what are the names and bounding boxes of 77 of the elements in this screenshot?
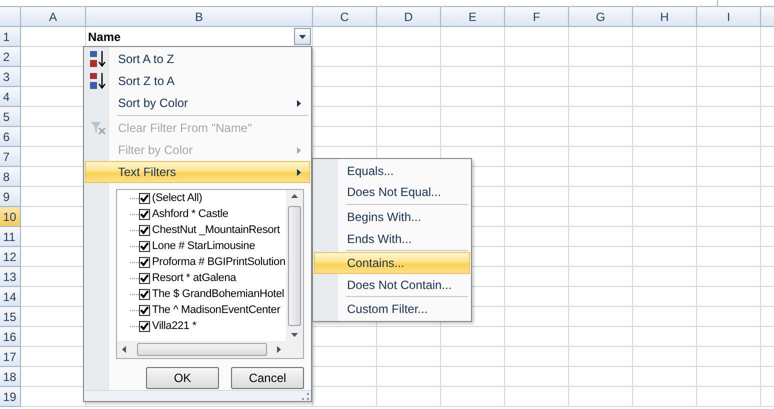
- submenu-arrow-icon: [297, 146, 301, 154]
- row-header[interactable]: 14: [0, 287, 21, 307]
- checkbox[interactable]: [139, 192, 150, 204]
- scroll-left-icon: [122, 346, 126, 353]
- column-header[interactable]: B: [86, 7, 313, 27]
- row-header[interactable]: 1: [0, 27, 21, 47]
- column-header[interactable]: C: [313, 7, 377, 27]
- list-item[interactable]: Resort * atGalena: [152, 272, 236, 284]
- submenu-arrow-icon: [297, 168, 301, 176]
- menu-item[interactable]: Sort A to Z: [85, 48, 310, 70]
- checkbox[interactable]: [139, 208, 150, 220]
- row-header[interactable]: 3: [0, 67, 21, 87]
- row-header[interactable]: 8: [0, 167, 21, 187]
- resize-grip-icon: [302, 392, 309, 400]
- scroll-right-icon: [277, 346, 281, 353]
- column-header[interactable]: I: [697, 7, 761, 27]
- checkbox[interactable]: [139, 224, 150, 236]
- row-header[interactable]: 13: [0, 267, 21, 287]
- list-item[interactable]: Proforma # BGIPrintSolution: [152, 256, 286, 268]
- row-header[interactable]: 17: [0, 347, 21, 367]
- menu-item[interactable]: Text Filters: [85, 161, 310, 183]
- column-header[interactable]: H: [633, 7, 697, 27]
- list-item[interactable]: The $ GrandBohemianHotel: [152, 288, 284, 300]
- column-header[interactable]: A: [21, 7, 86, 27]
- menu-item[interactable]: Sort Z to A: [85, 70, 310, 92]
- horizontal-scrollbar[interactable]: [117, 341, 286, 358]
- sort-descending-icon: [89, 72, 107, 90]
- checkbox[interactable]: [139, 240, 150, 252]
- row-header[interactable]: 16: [0, 327, 21, 347]
- menu-item[interactable]: Equals...: [314, 160, 470, 182]
- dropdown-arrow-icon: [299, 34, 306, 38]
- menu-item[interactable]: Sort by Color: [85, 92, 310, 114]
- scroll-up-icon: [291, 194, 298, 198]
- row-header[interactable]: 18: [0, 367, 21, 387]
- list-item[interactable]: (Select All): [152, 192, 202, 204]
- list-item[interactable]: ChestNut _MountainResort: [152, 224, 280, 236]
- menu-item[interactable]: Contains...: [314, 252, 470, 274]
- table-cell[interactable]: Name: [86, 27, 312, 46]
- row-header[interactable]: 10: [0, 207, 21, 227]
- list-item[interactable]: Villa221 *: [152, 320, 196, 332]
- checkbox[interactable]: [139, 320, 150, 332]
- column-header[interactable]: F: [505, 7, 569, 27]
- sort-ascending-icon: [89, 50, 107, 68]
- row-header[interactable]: 7: [0, 147, 21, 167]
- filter-dropdown-button[interactable]: [294, 28, 311, 45]
- scroll-down-icon: [291, 333, 298, 337]
- menu-item[interactable]: Ends With...: [314, 228, 470, 250]
- checkbox[interactable]: [139, 304, 150, 316]
- clear-filter-icon: [90, 121, 106, 135]
- menu-item[interactable]: Custom Filter...: [314, 298, 470, 320]
- column-header[interactable]: E: [441, 7, 505, 27]
- scroll-thumb[interactable]: [136, 343, 266, 356]
- scroll-thumb[interactable]: [288, 206, 301, 326]
- row-header[interactable]: 9: [0, 187, 21, 207]
- menu-item[interactable]: Does Not Contain...: [314, 274, 470, 296]
- menu-item[interactable]: Does Not Equal...: [314, 182, 470, 204]
- row-header[interactable]: 4: [0, 87, 21, 107]
- list-item[interactable]: Lone # StarLimousine: [152, 240, 256, 252]
- menu-item[interactable]: Begins With...: [314, 206, 470, 228]
- row-header[interactable]: 5: [0, 107, 21, 127]
- list-item[interactable]: The ^ MadisonEventCenter: [152, 304, 280, 316]
- checkbox[interactable]: [139, 272, 150, 284]
- checkbox[interactable]: [139, 256, 150, 268]
- row-header[interactable]: 2: [0, 47, 21, 67]
- vertical-scrollbar[interactable]: [286, 190, 303, 341]
- submenu-arrow-icon: [297, 100, 301, 106]
- row-header[interactable]: 12: [0, 247, 21, 267]
- column-header[interactable]: G: [569, 7, 633, 27]
- row-header[interactable]: 6: [0, 127, 21, 147]
- dialog-button[interactable]: Cancel: [231, 367, 304, 389]
- list-item[interactable]: Ashford * Castle: [152, 208, 228, 220]
- row-header[interactable]: 15: [0, 307, 21, 327]
- row-header[interactable]: 11: [0, 227, 21, 247]
- row-header[interactable]: 19: [0, 387, 21, 407]
- column-header[interactable]: D: [377, 7, 441, 27]
- dialog-button[interactable]: OK: [146, 367, 219, 389]
- checkbox[interactable]: [139, 288, 150, 300]
